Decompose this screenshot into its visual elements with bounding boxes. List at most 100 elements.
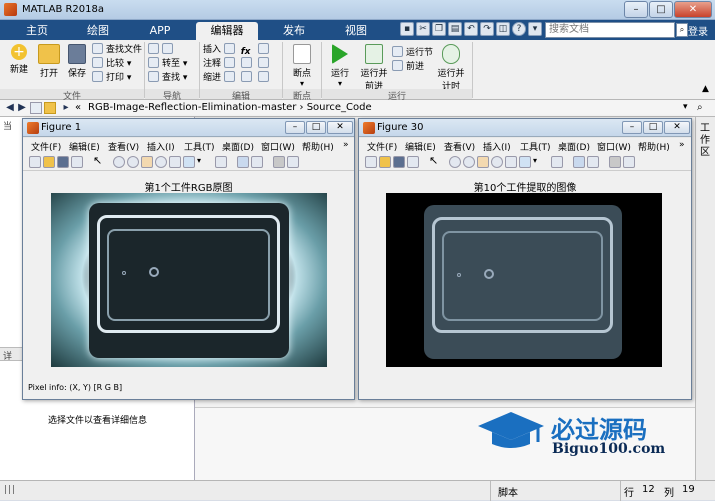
- tab-view[interactable]: 视图: [330, 22, 382, 40]
- pointer-icon[interactable]: ↖: [93, 155, 105, 168]
- open-file-icon[interactable]: [43, 156, 55, 168]
- pan-hand-icon[interactable]: [141, 156, 153, 168]
- tab-plots[interactable]: 绘图: [72, 22, 124, 40]
- current-folder-path[interactable]: RGB-Image-Reflection-Elimination-master …: [88, 102, 372, 113]
- search-folder-icon[interactable]: ⌕: [697, 102, 703, 113]
- tab-editor[interactable]: 编辑器: [196, 22, 258, 40]
- open-button[interactable]: 打开: [34, 44, 64, 79]
- brush-icon[interactable]: [519, 156, 531, 168]
- colorbar-icon[interactable]: [573, 156, 585, 168]
- menu-window[interactable]: 窗口(W): [597, 140, 631, 153]
- figure-1-minimize-button[interactable]: –: [285, 121, 305, 134]
- rotate-3d-icon[interactable]: [491, 156, 503, 168]
- zoom-out-icon[interactable]: [127, 156, 139, 168]
- find-button[interactable]: 查找 ▾: [148, 71, 187, 85]
- run-button[interactable]: 运行 ▾: [326, 44, 354, 88]
- figure-30-minimize-button[interactable]: –: [622, 121, 642, 134]
- copy-quick-icon[interactable]: ❐: [432, 22, 446, 36]
- figure-1-window[interactable]: Figure 1 – □ ✕ 文件(F) 编辑(E) 查看(V) 插入(I) 工…: [22, 118, 355, 400]
- rotate-3d-icon[interactable]: [155, 156, 167, 168]
- redo-quick-icon[interactable]: ↷: [480, 22, 494, 36]
- link-plot-icon[interactable]: [551, 156, 563, 168]
- tab-apps[interactable]: APP: [134, 22, 186, 40]
- menu-file[interactable]: 文件(F): [367, 140, 397, 153]
- menu-desktop[interactable]: 桌面(D): [558, 140, 590, 153]
- tab-publish[interactable]: 发布: [268, 22, 320, 40]
- search-input[interactable]: 搜索文档: [545, 22, 675, 38]
- menu-overflow-icon[interactable]: »: [343, 140, 349, 150]
- pan-hand-icon[interactable]: [477, 156, 489, 168]
- workspace-collapsed-panel[interactable]: 工作区: [695, 117, 715, 480]
- run-section-button[interactable]: 运行节: [392, 46, 433, 60]
- indent-button[interactable]: 缩进: [203, 71, 272, 85]
- tab-home[interactable]: 主页: [12, 22, 62, 40]
- new-button[interactable]: + 新建: [4, 44, 34, 75]
- menu-view[interactable]: 查看(V): [444, 140, 475, 153]
- menu-overflow-icon[interactable]: »: [679, 140, 685, 150]
- insert-button[interactable]: 插入 fx: [203, 43, 272, 57]
- print-figure-icon[interactable]: [407, 156, 419, 168]
- menu-edit[interactable]: 编辑(E): [405, 140, 436, 153]
- quick-access-dropdown-icon[interactable]: ▾: [528, 22, 542, 36]
- data-cursor-icon[interactable]: [169, 156, 181, 168]
- data-cursor-icon[interactable]: [505, 156, 517, 168]
- open-file-icon[interactable]: [379, 156, 391, 168]
- menu-window[interactable]: 窗口(W): [261, 140, 295, 153]
- find-files-button[interactable]: 查找文件: [92, 43, 142, 57]
- help-icon[interactable]: ?: [512, 22, 526, 36]
- path-dropdown-icon[interactable]: ▾: [683, 102, 688, 112]
- hide-plot-tools-icon[interactable]: [609, 156, 621, 168]
- browse-folder-icon[interactable]: [44, 102, 56, 114]
- menu-view[interactable]: 查看(V): [108, 140, 139, 153]
- menu-tools[interactable]: 工具(T): [520, 140, 551, 153]
- figure-30-close-button[interactable]: ✕: [664, 121, 690, 134]
- show-plot-tools-icon[interactable]: [287, 156, 299, 168]
- menu-desktop[interactable]: 桌面(D): [222, 140, 254, 153]
- figure-30-window[interactable]: Figure 30 – □ ✕ 文件(F) 编辑(E) 查看(V) 插入(I) …: [358, 118, 692, 400]
- legend-icon[interactable]: [251, 156, 263, 168]
- cut-quick-icon[interactable]: ✂: [416, 22, 430, 36]
- back-forward-buttons[interactable]: [148, 43, 187, 57]
- forward-icon[interactable]: ▶: [16, 102, 28, 114]
- menu-file[interactable]: 文件(F): [31, 140, 61, 153]
- close-button[interactable]: ✕: [674, 1, 712, 18]
- brush-dropdown-icon[interactable]: ▾: [197, 156, 209, 168]
- menu-insert[interactable]: 插入(I): [147, 140, 175, 153]
- new-figure-icon[interactable]: [365, 156, 377, 168]
- paste-quick-icon[interactable]: ▤: [448, 22, 462, 36]
- collapse-ribbon-icon[interactable]: ▲: [702, 84, 709, 94]
- save-button[interactable]: 保存: [64, 44, 90, 79]
- run-and-advance-button[interactable]: 运行并前进: [358, 44, 390, 92]
- switch-windows-icon[interactable]: ◫: [496, 22, 510, 36]
- show-plot-tools-icon[interactable]: [623, 156, 635, 168]
- up-folder-icon[interactable]: [30, 102, 42, 114]
- back-icon[interactable]: ◀: [4, 102, 16, 114]
- menu-insert[interactable]: 插入(I): [483, 140, 511, 153]
- comment-button[interactable]: 注释: [203, 57, 272, 71]
- new-figure-icon[interactable]: [29, 156, 41, 168]
- save-figure-icon[interactable]: [57, 156, 69, 168]
- figure-1-close-button[interactable]: ✕: [327, 121, 353, 134]
- undo-quick-icon[interactable]: ↶: [464, 22, 478, 36]
- brush-icon[interactable]: [183, 156, 195, 168]
- print-button[interactable]: 打印 ▾: [92, 71, 142, 85]
- zoom-in-icon[interactable]: [113, 156, 125, 168]
- figure-1-maximize-button[interactable]: □: [306, 121, 326, 134]
- compare-button[interactable]: 比较 ▾: [92, 57, 142, 71]
- maximize-button[interactable]: □: [649, 1, 673, 18]
- breakpoints-button[interactable]: 断点 ▾: [286, 44, 318, 88]
- colorbar-icon[interactable]: [237, 156, 249, 168]
- figure-30-maximize-button[interactable]: □: [643, 121, 663, 134]
- menu-edit[interactable]: 编辑(E): [69, 140, 100, 153]
- zoom-in-icon[interactable]: [449, 156, 461, 168]
- zoom-out-icon[interactable]: [463, 156, 475, 168]
- menu-help[interactable]: 帮助(H): [638, 140, 670, 153]
- save-quick-icon[interactable]: ▪: [400, 22, 414, 36]
- pointer-icon[interactable]: ↖: [429, 155, 441, 168]
- print-figure-icon[interactable]: [71, 156, 83, 168]
- legend-icon[interactable]: [587, 156, 599, 168]
- search-icon[interactable]: ⌕: [676, 23, 688, 37]
- goto-button[interactable]: 转至 ▾: [148, 57, 187, 71]
- brush-dropdown-icon[interactable]: ▾: [533, 156, 545, 168]
- run-and-time-button[interactable]: 运行并计时: [434, 44, 468, 92]
